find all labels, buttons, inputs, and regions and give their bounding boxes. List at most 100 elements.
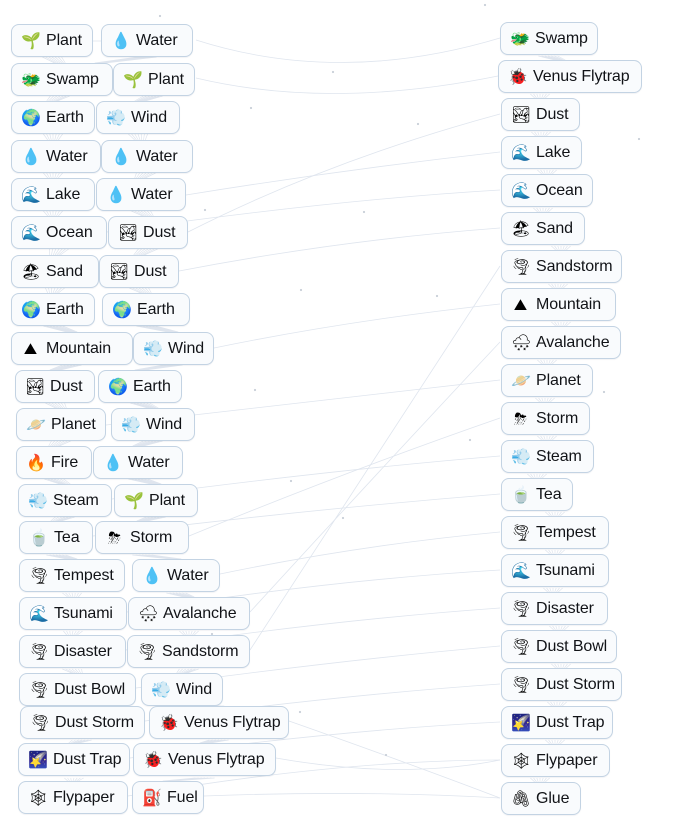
element-card-earth[interactable]: 🌍 Earth	[11, 293, 95, 326]
element-card-water[interactable]: 💧 Water	[96, 178, 186, 211]
cloud-snow-icon: 🌨	[138, 603, 159, 623]
web-icon: 🕸	[511, 750, 532, 770]
element-card-label: Tsunami	[54, 604, 113, 622]
element-card-venus-flytrap[interactable]: 🐞 Venus Flytrap	[498, 60, 642, 93]
background-speck	[362, 210, 366, 214]
element-card-wind[interactable]: 💨 Wind	[141, 673, 223, 706]
element-card-disaster[interactable]: 🌪 Disaster	[19, 635, 126, 668]
tornado-icon: 🌪	[29, 565, 50, 585]
element-card-label: Earth	[137, 300, 175, 318]
element-card-tea[interactable]: 🍵 Tea	[501, 478, 573, 511]
element-card-avalanche[interactable]: 🌨 Avalanche	[128, 597, 250, 630]
element-card-dust-trap[interactable]: 🌠 Dust Trap	[18, 743, 130, 776]
element-card-mountain[interactable]: ⛰ Mountain	[501, 288, 616, 321]
element-card-storm[interactable]: ⛈ Storm	[95, 521, 189, 554]
element-card-label: Avalanche	[536, 333, 610, 351]
element-card-disaster[interactable]: 🌪 Disaster	[501, 592, 608, 625]
element-card-earth[interactable]: 🌍 Earth	[98, 370, 182, 403]
element-card-tea[interactable]: 🍵 Tea	[19, 521, 93, 554]
storm-cloud-icon: ⛈	[514, 408, 527, 428]
element-card-sand[interactable]: 🏖 Sand	[11, 255, 99, 288]
droplet-icon: 💧	[111, 146, 131, 166]
element-card-label: Dust Bowl	[536, 637, 608, 655]
element-card-glue[interactable]: 🖇 Glue	[501, 782, 581, 815]
element-card-dust-trap[interactable]: 🌠 Dust Trap	[501, 706, 613, 739]
element-card-lake[interactable]: 🌊 Lake	[11, 178, 95, 211]
element-card-dust-bowl[interactable]: 🌪 Dust Bowl	[19, 673, 136, 706]
element-card-water[interactable]: 💧 Water	[11, 140, 101, 173]
element-card-dust[interactable]: 🏞 Dust	[99, 255, 179, 288]
element-card-sand[interactable]: 🏖 Sand	[501, 212, 585, 245]
element-card-label: Wind	[176, 680, 213, 698]
element-card-dust-bowl[interactable]: 🌪 Dust Bowl	[501, 630, 617, 663]
element-card-dust-storm[interactable]: 🌪 Dust Storm	[501, 668, 622, 701]
crafting-board[interactable]: 🌱 Plant 💧 Water 🐲 Swamp 🌱 Plant 🌍 Earth 💨 Wind 💧 Wate…	[0, 0, 680, 818]
element-card-wind[interactable]: 💨 Wind	[96, 101, 180, 134]
element-card-dust-storm[interactable]: 🌪 Dust Storm	[20, 706, 145, 739]
element-card-plant[interactable]: 🌱 Plant	[11, 24, 93, 57]
element-card-label: Swamp	[46, 70, 99, 88]
connection-curve	[219, 531, 501, 575]
element-card-flypaper[interactable]: 🕸 Flypaper	[18, 781, 128, 814]
element-card-lake[interactable]: 🌊 Lake	[501, 136, 582, 169]
steam-icon: 💨	[28, 490, 48, 510]
element-card-venus-flytrap[interactable]: 🐞 Venus Flytrap	[149, 706, 289, 739]
element-card-label: Plant	[148, 70, 184, 88]
element-card-steam[interactable]: 💨 Steam	[18, 484, 112, 517]
element-card-storm[interactable]: ⛈ Storm	[501, 402, 590, 435]
element-card-label: Tsunami	[536, 561, 595, 579]
element-card-swamp[interactable]: 🐲 Swamp	[500, 22, 598, 55]
element-card-mountain[interactable]: ⛰ Mountain	[11, 332, 133, 365]
element-card-dust[interactable]: 🏞 Dust	[108, 216, 188, 249]
globe-icon: 🌍	[21, 299, 41, 319]
element-card-ocean[interactable]: 🌊 Ocean	[11, 216, 107, 249]
element-card-dust[interactable]: 🏞 Dust	[15, 370, 95, 403]
desert-icon: 🏞	[118, 222, 139, 242]
dragon-icon: 🐲	[510, 28, 530, 48]
element-card-label: Water	[167, 566, 209, 584]
element-card-tsunami[interactable]: 🌊 Tsunami	[501, 554, 609, 587]
element-card-earth[interactable]: 🌍 Earth	[11, 101, 95, 134]
element-card-label: Wind	[146, 415, 183, 433]
element-card-label: Dust	[50, 377, 83, 395]
element-card-tsunami[interactable]: 🌊 Tsunami	[19, 597, 127, 630]
element-card-tempest[interactable]: 🌪 Tempest	[19, 559, 125, 592]
globe-icon: 🌍	[112, 299, 132, 319]
tornado-icon: 🌪	[137, 641, 158, 661]
element-card-wind[interactable]: 💨 Wind	[133, 332, 214, 365]
element-card-venus-flytrap[interactable]: 🐞 Venus Flytrap	[133, 743, 276, 776]
element-card-plant[interactable]: 🌱 Plant	[113, 63, 195, 96]
element-card-dust[interactable]: 🏞 Dust	[501, 98, 580, 131]
element-card-plant[interactable]: 🌱 Plant	[114, 484, 198, 517]
element-card-water[interactable]: 💧 Water	[132, 559, 220, 592]
element-card-label: Sandstorm	[162, 642, 239, 660]
element-card-sandstorm[interactable]: 🌪 Sandstorm	[127, 635, 250, 668]
element-card-fuel[interactable]: ⛽ Fuel	[132, 781, 204, 814]
element-card-wind[interactable]: 💨 Wind	[111, 408, 195, 441]
background-speck	[435, 294, 439, 298]
element-card-swamp[interactable]: 🐲 Swamp	[11, 63, 113, 96]
element-card-label: Glue	[536, 789, 570, 807]
element-card-flypaper[interactable]: 🕸 Flypaper	[501, 744, 610, 777]
connection-curve	[187, 113, 501, 233]
element-card-planet[interactable]: 🪐 Planet	[501, 364, 593, 397]
element-card-sandstorm[interactable]: 🌪 Sandstorm	[501, 250, 622, 283]
element-card-label: Lake	[536, 143, 571, 161]
element-card-ocean[interactable]: 🌊 Ocean	[501, 174, 593, 207]
element-card-label: Dust	[143, 223, 176, 241]
element-card-earth[interactable]: 🌍 Earth	[102, 293, 190, 326]
element-card-planet[interactable]: 🪐 Planet	[16, 408, 106, 441]
element-card-water[interactable]: 💧 Water	[101, 140, 193, 173]
element-card-water[interactable]: 💧 Water	[93, 446, 183, 479]
connection-curve	[178, 227, 501, 272]
connection-curve	[203, 793, 501, 799]
element-card-water[interactable]: 💧 Water	[101, 24, 193, 57]
element-card-steam[interactable]: 💨 Steam	[501, 440, 594, 473]
element-card-avalanche[interactable]: 🌨 Avalanche	[501, 326, 621, 359]
globe-icon: 🌍	[108, 376, 128, 396]
element-card-label: Water	[131, 185, 173, 203]
element-card-fire[interactable]: 🔥 Fire	[16, 446, 92, 479]
element-card-label: Tea	[536, 485, 562, 503]
element-card-tempest[interactable]: 🌪 Tempest	[501, 516, 609, 549]
element-card-label: Mountain	[46, 339, 112, 357]
